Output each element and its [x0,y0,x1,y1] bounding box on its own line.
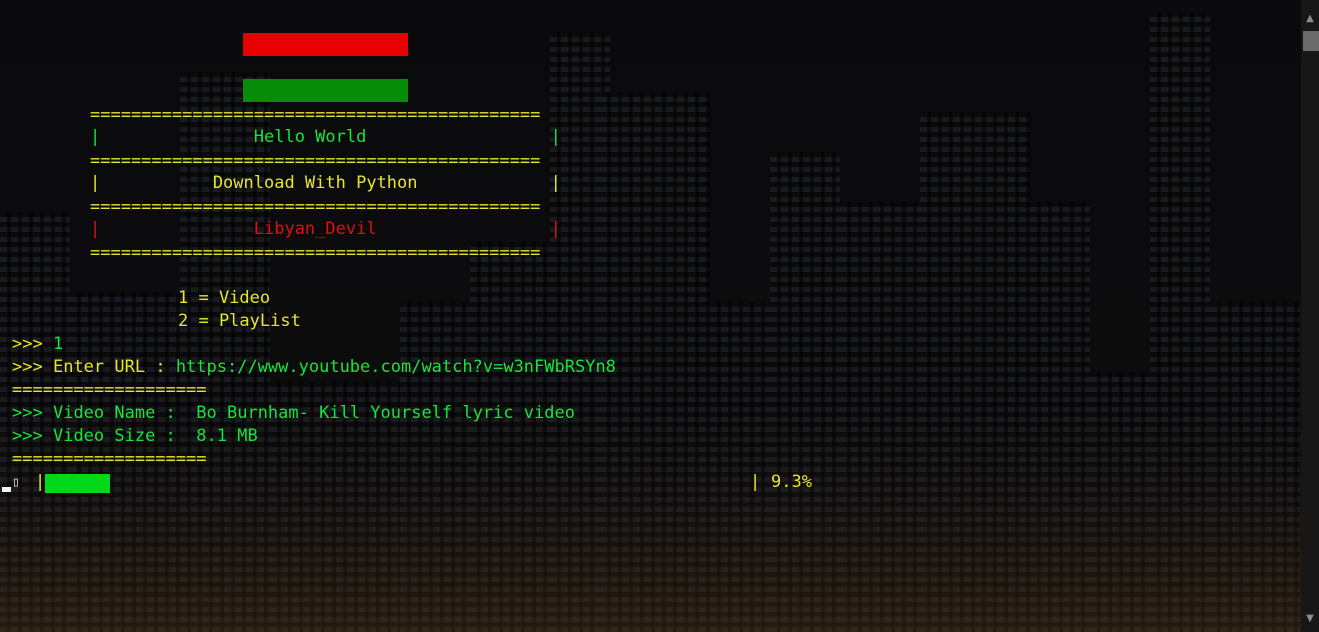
prompt-symbol: >>> [12,403,43,423]
url-value: https://www.youtube.com/watch?v=w3nFWbRS… [175,357,616,377]
progress-left-edge: | [35,472,46,492]
flag-red-bar [243,33,408,56]
terminal-window[interactable]: ========================================… [0,0,1319,632]
banner-row-download: | Download With Python | [90,173,561,193]
banner-border-top: ========================================… [90,105,541,125]
progress-right-edge: | [750,472,761,492]
separator-top: =================== [12,380,207,400]
text-cursor [2,487,11,492]
url-label: Enter URL : [52,357,166,377]
progress-percent: 9.3% [771,472,812,492]
scroll-up-arrow-icon[interactable]: ▲ [1301,10,1319,28]
video-size-label: Video Size : [52,426,176,446]
prompt-symbol: >>> [12,357,43,377]
choice-value: 1 [52,334,64,354]
banner-row-author: | Libyan_Devil | [90,219,561,239]
video-name-line: >>> Video Name : Bo Burnham- Kill Yourse… [12,402,575,425]
banner-border: ========================================… [90,197,541,217]
flag-green-bar [243,79,408,102]
spinner-icon: ▯ [12,475,20,490]
video-name-value: Bo Burnham- Kill Yourself lyric video [196,403,575,423]
choice-line: >>> 1 [12,333,63,356]
menu-option-playlist: 2 = PlayList [178,311,301,331]
banner-row-hello: | Hello World | [90,127,561,147]
video-size-line: >>> Video Size : 8.1 MB [12,425,258,448]
banner-border: ========================================… [90,151,541,171]
url-line: >>> Enter URL : https://www.youtube.com/… [12,356,616,379]
separator-bottom: =================== [12,449,207,469]
menu-option-video: 1 = Video [178,288,271,308]
scroll-thumb[interactable] [1303,31,1319,51]
download-progress-bar [45,474,110,493]
scroll-down-arrow-icon[interactable]: ▼ [1301,610,1319,628]
prompt-symbol: >>> [12,334,43,354]
banner-border-bottom: ========================================… [90,243,541,263]
video-name-label: Video Name : [52,403,176,423]
vertical-scrollbar[interactable]: ▲ ▼ [1301,0,1319,632]
prompt-symbol: >>> [12,426,43,446]
video-size-value: 8.1 MB [196,426,258,446]
